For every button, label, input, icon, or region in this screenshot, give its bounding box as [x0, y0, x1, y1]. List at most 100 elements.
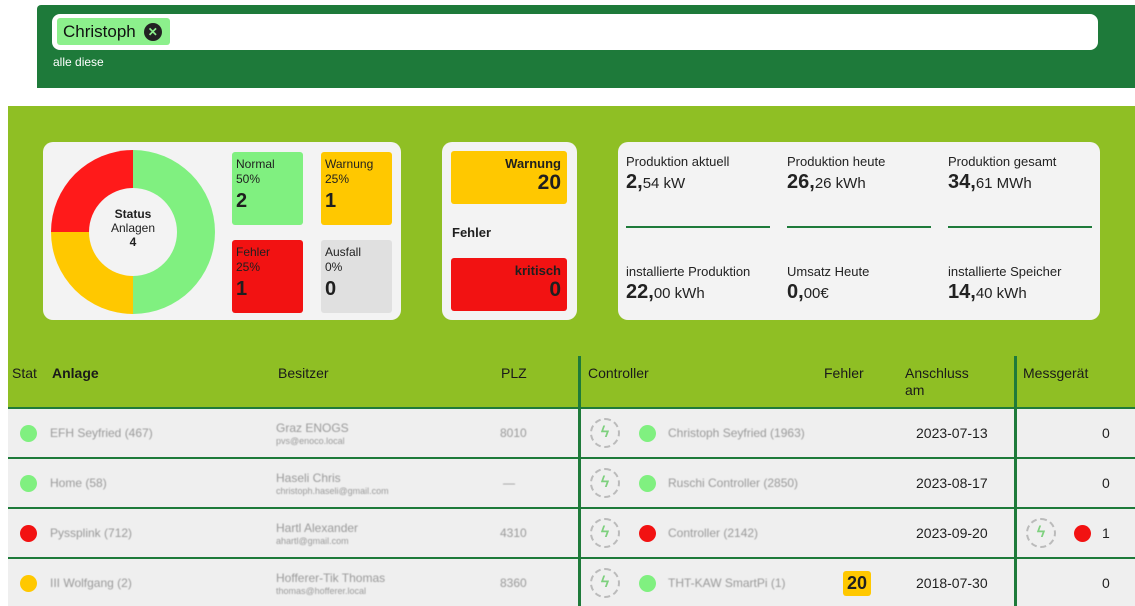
owner-cell: Hartl Alexander ahartl@gmail.com — [276, 509, 358, 557]
owner-name: Haseli Chris — [276, 471, 341, 486]
stat-value: 26,26 kWh — [787, 171, 866, 193]
column-divider — [578, 507, 581, 557]
critical-count-box[interactable]: kritisch 0 — [451, 258, 567, 311]
stat-label: installierte Speicher — [948, 264, 1062, 279]
column-divider — [578, 557, 581, 606]
controller-cell[interactable]: Controller (2142) — [668, 509, 818, 557]
meter-status-dot — [1074, 524, 1091, 542]
owner-cell: Graz ENOGS pvs@enoco.local — [276, 409, 349, 457]
scope-label[interactable]: alle diese — [53, 55, 104, 69]
donut-center: Status Anlagen 4 — [89, 188, 177, 276]
col-header-fehler[interactable]: Fehler — [824, 365, 864, 382]
stat-produktion-gesamt: Produktion gesamt 34,61 MWh — [948, 154, 1093, 194]
col-header-stat[interactable]: Stat — [12, 365, 37, 382]
status-tile-fehler[interactable]: Fehler 25% 1 — [232, 240, 303, 313]
filter-chip[interactable]: Christoph ✕ — [57, 18, 170, 45]
stat-label: Produktion gesamt — [948, 154, 1057, 169]
plug-icon: ϟ — [590, 468, 620, 498]
divider — [787, 226, 931, 228]
status-dot-cell — [20, 509, 37, 557]
warning-count-badge[interactable]: 20 — [843, 570, 872, 596]
controller-cell[interactable]: Ruschi Controller (2850) — [668, 459, 838, 507]
stat-label: Produktion aktuell — [626, 154, 730, 169]
plz-cell: — — [503, 476, 515, 490]
tile-label: Ausfall — [325, 245, 362, 259]
close-circle-icon[interactable]: ✕ — [143, 22, 162, 41]
table-row[interactable]: Pyssplink (712) Hartl Alexander ahartl@gm… — [8, 507, 1135, 557]
meter-count: 0 — [1102, 575, 1110, 591]
fehler-heading: Fehler — [452, 225, 492, 240]
critical-count: 0 — [549, 278, 561, 301]
date-cell: 2023-07-13 — [916, 425, 988, 441]
anlage-cell[interactable]: Pyssplink (712) — [50, 509, 132, 557]
col-header-controller[interactable]: Controller — [588, 365, 649, 382]
meter-count: 1 — [1102, 525, 1110, 541]
controller-status-cell — [639, 459, 656, 507]
plug-icon: ϟ — [1026, 518, 1056, 548]
owner-email: christoph.haseli@gmail.com — [276, 486, 389, 497]
stat-produktion-heute: Produktion heute 26,26 kWh — [787, 154, 932, 194]
column-divider — [578, 457, 581, 507]
status-dot-cell — [20, 409, 37, 457]
stat-produktion-aktuell: Produktion aktuell 2,54 kW — [626, 154, 771, 194]
warning-label: Warnung — [505, 156, 561, 171]
anlage-cell[interactable]: Home (58) — [50, 459, 107, 507]
owner-email: thomas@hofferer.local — [276, 586, 367, 597]
dashboard-band: Status Anlagen 4 Normal 50% 2 Warnung 25… — [8, 106, 1135, 352]
status-tile-ausfall[interactable]: Ausfall 0% 0 — [321, 240, 392, 313]
col-header-besitzer[interactable]: Besitzer — [278, 365, 329, 382]
controller-icon-cell: ϟ — [590, 509, 620, 557]
controller-status-dot — [639, 524, 656, 542]
alarm-card: Warnung 20 Fehler kritisch 0 — [442, 142, 577, 320]
status-dot-cell — [20, 459, 37, 507]
anlage-cell[interactable]: EFH Seyfried (467) — [50, 409, 153, 457]
controller-icon-cell: ϟ — [590, 459, 620, 507]
filter-chip-label: Christoph — [63, 21, 136, 41]
donut-total: 4 — [129, 234, 137, 249]
anlage-cell[interactable]: III Wolfgang (2) — [50, 559, 132, 606]
column-divider — [1014, 507, 1017, 557]
warning-count-box[interactable]: Warnung 20 — [451, 151, 567, 204]
tile-count: 1 — [325, 190, 337, 212]
status-dot — [20, 524, 37, 542]
col-header-anschluss[interactable]: Anschluss am — [905, 365, 985, 399]
status-donut-chart: Status Anlagen 4 — [51, 150, 215, 314]
stat-installierte-speicher: installierte Speicher 14,40 kWh — [948, 264, 1093, 304]
owner-name: Graz ENOGS — [276, 421, 349, 436]
col-header-plz[interactable]: PLZ — [501, 365, 527, 382]
controller-cell[interactable]: THT-KAW SmartPi (1) — [668, 559, 818, 606]
column-divider — [578, 356, 581, 407]
stat-value: 34,61 MWh — [948, 171, 1032, 193]
status-tile-warnung[interactable]: Warnung 25% 1 — [321, 152, 392, 225]
table-header: Stat Anlage Besitzer PLZ Controller Fehl… — [8, 352, 1135, 407]
table-row[interactable]: EFH Seyfried (467) Graz ENOGS pvs@enoco.l… — [8, 407, 1135, 457]
status-dot-cell — [20, 559, 37, 606]
fehler-cell: 20 — [843, 559, 872, 606]
meter-count: 0 — [1102, 425, 1110, 441]
tile-percent: 25% — [236, 260, 261, 274]
stat-value: 0,00€ — [787, 281, 829, 303]
tile-percent: 0% — [325, 260, 343, 274]
meter-status-cell — [1074, 509, 1091, 557]
controller-status-dot — [639, 574, 656, 592]
divider — [626, 226, 770, 228]
owner-cell: Haseli Chris christoph.haseli@gmail.com — [276, 459, 389, 507]
warning-count: 20 — [537, 171, 561, 194]
table-row[interactable]: III Wolfgang (2) Hofferer-Tik Thomas thom… — [8, 557, 1135, 606]
owner-cell: Hofferer-Tik Thomas thomas@hofferer.local — [276, 559, 385, 606]
controller-status-cell — [639, 509, 656, 557]
status-card: Status Anlagen 4 Normal 50% 2 Warnung 25… — [43, 142, 401, 320]
critical-label: kritisch — [514, 263, 561, 278]
status-tile-normal[interactable]: Normal 50% 2 — [232, 152, 303, 225]
col-header-anlage[interactable]: Anlage — [52, 365, 99, 382]
col-header-messgeraet[interactable]: Messgerät — [1023, 365, 1088, 382]
search-input[interactable]: Christoph ✕ — [52, 14, 1098, 50]
tile-label: Fehler — [236, 245, 271, 259]
table-row[interactable]: Home (58) Haseli Chris christoph.haseli@g… — [8, 457, 1135, 507]
top-bar: Christoph ✕ alle diese — [37, 5, 1135, 88]
controller-cell[interactable]: Christoph Seyfried (1963) — [668, 409, 818, 457]
stat-installierte-produktion: installierte Produktion 22,00 kWh — [626, 264, 771, 304]
status-dot — [20, 574, 37, 592]
controller-status-cell — [639, 409, 656, 457]
tile-count: 0 — [325, 278, 337, 300]
